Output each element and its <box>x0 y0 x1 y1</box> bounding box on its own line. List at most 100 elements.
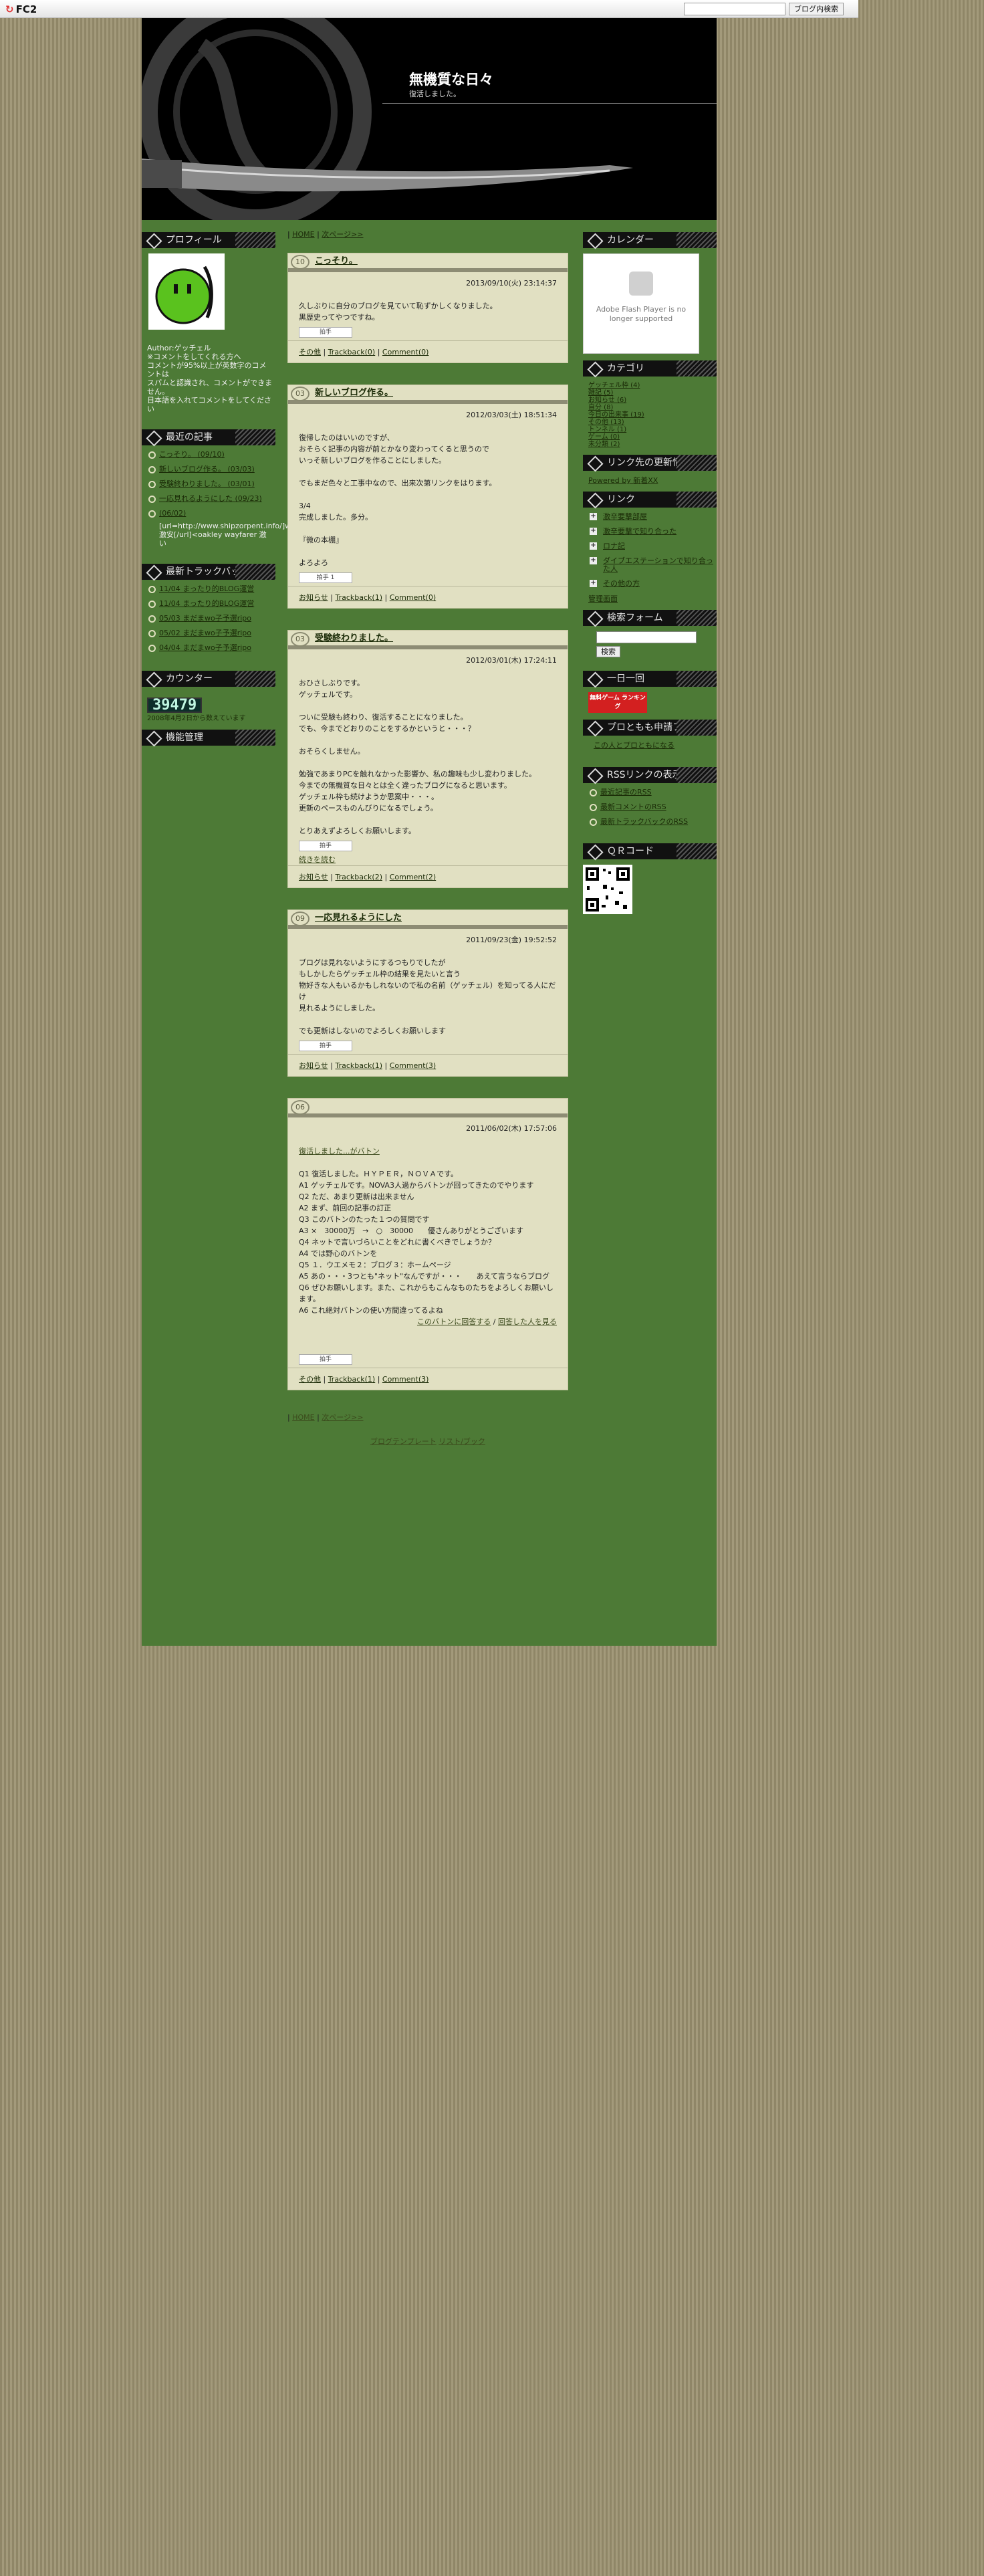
entry-title-link[interactable]: 新しいブログ作る。 <box>315 388 393 398</box>
baton-answer-link[interactable]: このバトンに回答する <box>417 1317 491 1326</box>
clap-button[interactable]: 拍手 <box>299 1354 352 1365</box>
comment-link[interactable]: Comment(3) <box>382 1375 428 1384</box>
list-item[interactable]: 04/04 まだまwo子予選ripo <box>147 644 273 652</box>
list-item[interactable]: その他の方 <box>588 580 714 588</box>
entry-line: 黒歴史ってやつですね。 <box>299 313 380 322</box>
category-link[interactable]: 今日の出来事 (19) <box>588 411 644 419</box>
fc2-logo[interactable]: ↻ FC2 <box>5 3 37 15</box>
entry-badge: 10 <box>291 255 310 270</box>
category-link[interactable]: ゲッチェル枠 (4) <box>588 382 640 389</box>
list-item[interactable]: 最近記事のRSS <box>588 788 714 796</box>
template-link[interactable]: ブログテンプレート <box>370 1437 437 1446</box>
entry-title-link[interactable]: 受験終わりました。 <box>315 633 393 643</box>
list-item[interactable]: 05/03 まだまwo子予選ripo <box>147 615 273 623</box>
list-item[interactable]: ダイブエステーションで知り合った人 <box>588 557 714 573</box>
category-link[interactable]: ゲーム (0) <box>588 433 620 441</box>
list-item[interactable]: 激辛要撃部屋 <box>588 513 714 521</box>
next-page-link[interactable]: 次ページ>> <box>322 230 363 239</box>
comment-link[interactable]: Comment(0) <box>390 593 436 602</box>
list-item[interactable]: 新しいブログ作る。 (03/03) <box>147 465 273 473</box>
rss-link[interactable]: 最新トラックバックのRSS <box>600 817 688 826</box>
trackback-link[interactable]: Trackback(1) <box>328 1375 376 1384</box>
recent-entry-link[interactable]: こっそり。 (09/10) <box>159 450 225 459</box>
comment-link[interactable]: Comment(3) <box>390 1061 436 1070</box>
recent-entry-link[interactable]: (06/02) <box>159 509 186 518</box>
list-item[interactable]: 最新トラックバックのRSS <box>588 818 714 826</box>
trackback-link[interactable]: Trackback(2) <box>335 873 382 881</box>
clap-button[interactable]: 拍手 <box>299 327 352 338</box>
read-more-link[interactable]: 続きを読む <box>299 855 336 864</box>
trackback-link[interactable]: Trackback(1) <box>335 1061 382 1070</box>
list-item[interactable]: ロナ記 <box>588 542 714 550</box>
category-link[interactable]: その他 <box>299 1375 321 1384</box>
blog-title[interactable]: 無機質な日々 <box>409 69 493 89</box>
link-item[interactable]: ダイブエステーションで知り合った人 <box>603 556 713 573</box>
recent-entry-link[interactable]: 新しいブログ作る。 (03/03) <box>159 465 255 473</box>
list-item[interactable]: (06/02) <box>147 510 273 518</box>
list-item[interactable]: 一応見れるようにした (09/23) <box>147 495 273 503</box>
home-link[interactable]: HOME <box>292 230 314 239</box>
recent-entry-link[interactable]: 受験終わりました。 (03/01) <box>159 479 255 488</box>
category-link[interactable]: お知らせ <box>299 593 328 602</box>
trackback-link[interactable]: 11/04 まったり的BLOG運営 <box>159 599 254 608</box>
trackback-link[interactable]: Trackback(1) <box>335 593 382 602</box>
rss-link[interactable]: 最近記事のRSS <box>600 788 652 796</box>
link-item[interactable]: ロナ記 <box>603 542 625 550</box>
category-link[interactable]: お知らせ <box>299 1061 328 1070</box>
category-link[interactable]: その他 (13) <box>588 419 624 426</box>
list-item[interactable]: 最新コメントのRSS <box>588 803 714 811</box>
comment-link[interactable]: Comment(2) <box>390 873 436 881</box>
clap-button[interactable]: 拍手 1 <box>299 572 352 583</box>
list-item[interactable]: 11/04 まったり的BLOG運営 <box>147 585 273 593</box>
entry-title-link[interactable]: こっそり。 <box>315 256 358 266</box>
list-item[interactable]: 11/04 まったり的BLOG運営 <box>147 600 273 608</box>
entry-title-link[interactable]: 一応見れるようにした <box>315 913 402 923</box>
ranking-banner[interactable]: 無料ゲーム ランキング <box>588 692 647 713</box>
search-input[interactable] <box>596 631 697 643</box>
clap-button[interactable]: 拍手 <box>299 1041 352 1051</box>
trackback-link[interactable]: 04/04 まだまwo子予選ripo <box>159 643 251 652</box>
list-item[interactable]: 05/02 まだまwo子予選ripo <box>147 629 273 637</box>
trackback-link[interactable]: 05/03 まだまwo子予選ripo <box>159 614 251 623</box>
blog-search-input[interactable] <box>684 3 785 15</box>
trackback-link[interactable]: 11/04 まったり的BLOG運営 <box>159 584 254 593</box>
baton-link[interactable]: 復活しました...がバトン <box>299 1147 380 1156</box>
admin-link[interactable]: 管理画面 <box>588 595 618 603</box>
link-item[interactable]: その他の方 <box>603 579 640 588</box>
search-button[interactable]: 検索 <box>596 646 620 657</box>
template-link-2[interactable]: リスト/ブック <box>439 1437 485 1446</box>
trackback-link[interactable]: 05/02 まだまwo子予選ripo <box>159 629 251 637</box>
rss-link[interactable]: 最新コメントのRSS <box>600 802 666 811</box>
powered-by-link[interactable]: Powered by 新着XX <box>588 476 658 485</box>
category-link[interactable]: 未分類 (2) <box>588 441 620 448</box>
baton-answers-link[interactable]: 回答した人を見る <box>498 1317 557 1326</box>
category-link[interactable]: その他 <box>299 348 321 356</box>
link-item[interactable]: 激辛要撃部屋 <box>603 512 647 521</box>
home-link[interactable]: HOME <box>292 1413 314 1422</box>
category-link[interactable]: お知らせ (6) <box>588 397 626 404</box>
next-page-link[interactable]: 次ページ>> <box>322 1413 363 1422</box>
blog-entry: 03 受験終わりました。 2012/03/01(木) 17:24:11 おひさし… <box>287 630 568 888</box>
link-item[interactable]: 激辛要撃で知り合った <box>603 527 676 536</box>
trackback-link[interactable]: Trackback(0) <box>328 348 376 356</box>
calendar-heading: カレンダー <box>583 232 717 248</box>
entry-line[interactable]: 『微の本棚』 <box>299 534 557 546</box>
category-link[interactable]: トンネル (1) <box>588 426 626 433</box>
qr-code[interactable] <box>583 865 632 914</box>
list-item[interactable]: こっそり。 (09/10) <box>147 451 273 459</box>
category-link[interactable]: お知らせ <box>299 873 328 881</box>
entry-line: Q2 ただ、あまり更新は出来ません <box>299 1192 414 1201</box>
promo-link[interactable]: この人とプロともになる <box>594 741 674 750</box>
right-sidebar: カレンダー Adobe Flash Player is no longer su… <box>583 232 717 923</box>
clap-button[interactable]: 拍手 <box>299 841 352 851</box>
entry-line: もしかしたらゲッチェル枠の結果を見たいと言う <box>299 970 461 978</box>
blog-search-button[interactable]: ブログ内検索 <box>789 3 844 15</box>
flash-unsupported-text: Adobe Flash Player is no longer supporte… <box>596 305 687 323</box>
list-item[interactable]: 受験終わりました。 (03/01) <box>147 480 273 488</box>
comment-link[interactable]: Comment(0) <box>382 348 428 356</box>
recent-entry-link[interactable]: 一応見れるようにした (09/23) <box>159 494 262 503</box>
entry-footer: その他 | Trackback(1) | Comment(3) <box>288 1368 568 1390</box>
category-link[interactable]: 雑記 (5) <box>588 389 613 397</box>
list-item[interactable]: 激辛要撃で知り合った <box>588 528 714 536</box>
category-link[interactable]: 自分 (8) <box>588 404 613 411</box>
